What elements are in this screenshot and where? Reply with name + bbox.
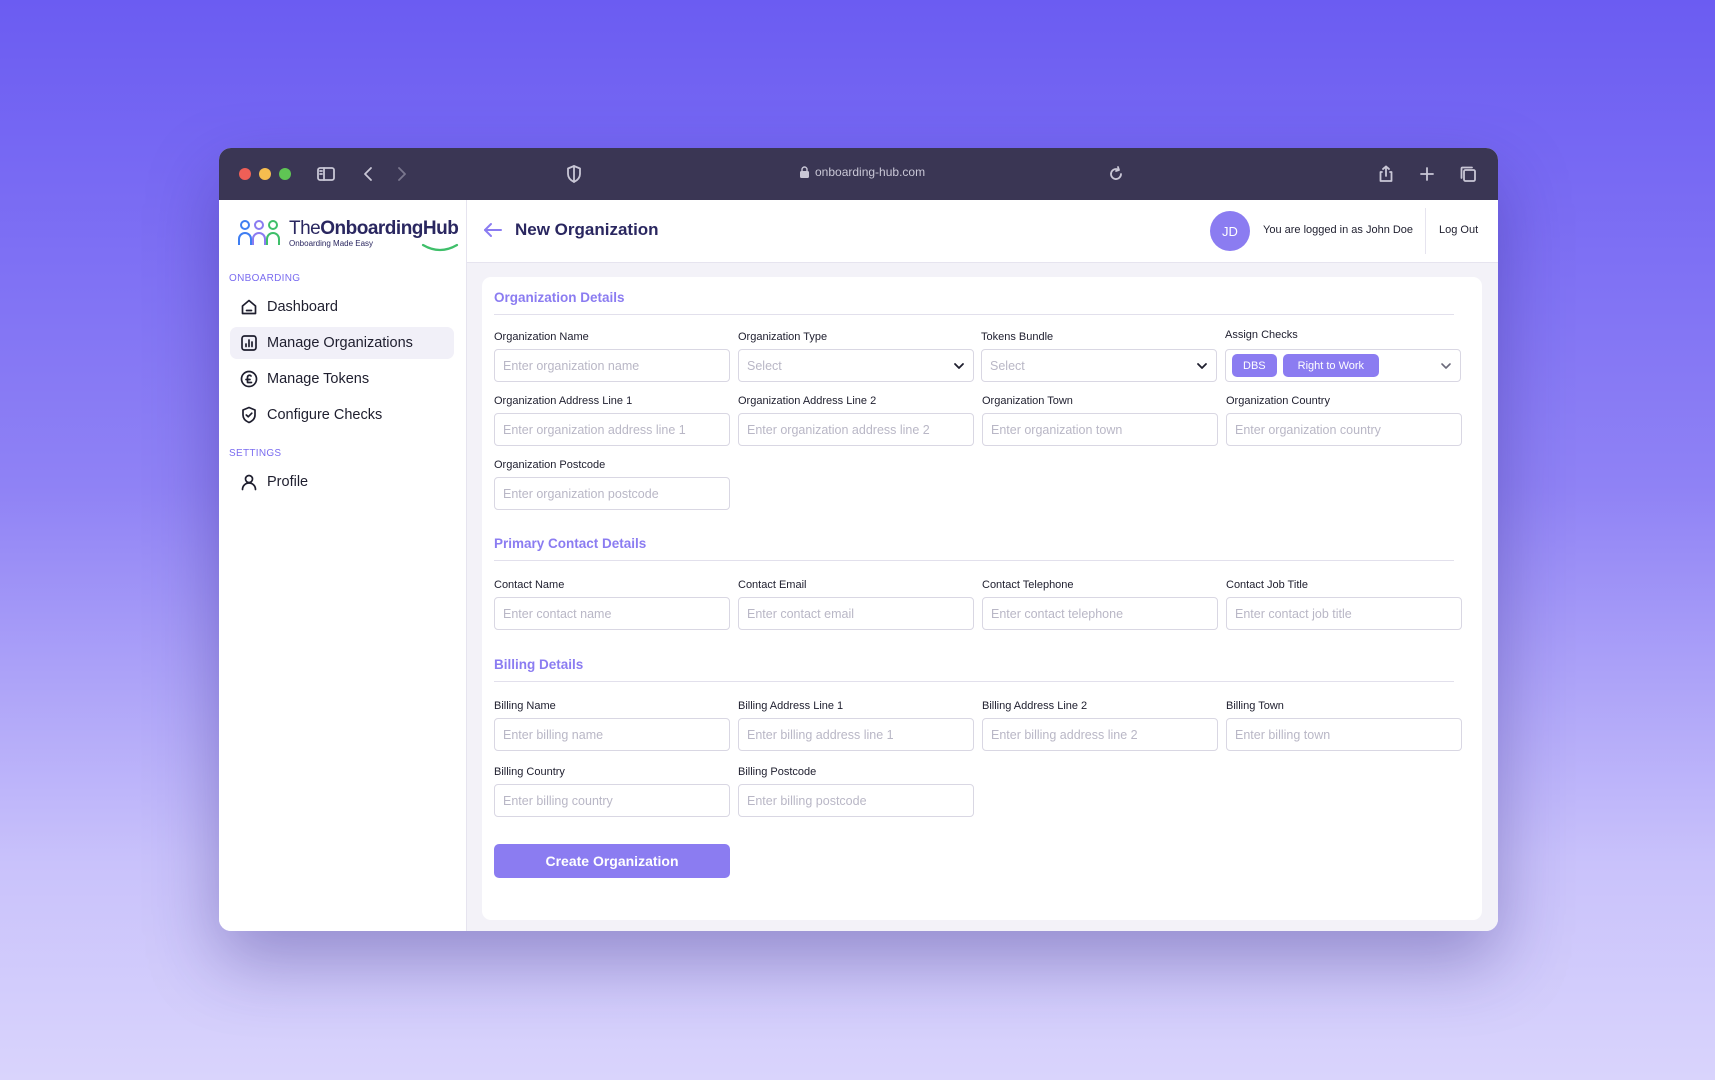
contact-name-input[interactable] xyxy=(494,597,730,630)
back-arrow-icon[interactable] xyxy=(483,222,503,238)
sidebar-item-manage-tokens[interactable]: Manage Tokens xyxy=(230,363,454,395)
share-icon[interactable] xyxy=(1374,162,1398,186)
org-name-input[interactable] xyxy=(494,349,730,382)
org-postcode-label: Organization Postcode xyxy=(494,459,606,471)
sidebar-toggle-icon[interactable] xyxy=(314,162,338,186)
billing-address-line-1-input[interactable] xyxy=(738,718,974,751)
reload-icon[interactable] xyxy=(1104,162,1128,186)
sidebar-item-label: Profile xyxy=(267,474,309,490)
section-divider xyxy=(494,314,1454,315)
contact-email-label: Contact Email xyxy=(738,579,807,591)
tokens-bundle-select[interactable]: Select xyxy=(981,349,1217,382)
billing-address-line-2-label: Billing Address Line 2 xyxy=(982,700,1088,712)
lock-icon xyxy=(800,166,809,178)
section-title-billing: Billing Details xyxy=(494,657,584,672)
shield-icon[interactable] xyxy=(562,162,586,186)
address-line-2-input[interactable] xyxy=(738,413,974,446)
check-chip-dbs[interactable]: DBS xyxy=(1232,354,1277,377)
plus-icon[interactable] xyxy=(1415,162,1439,186)
browser-toolbar: onboarding-hub.com xyxy=(219,148,1498,200)
minimize-window-button[interactable] xyxy=(259,168,271,180)
org-postcode-input[interactable] xyxy=(494,477,730,510)
org-type-label: Organization Type xyxy=(738,331,828,343)
section-label-settings: SETTINGS xyxy=(229,448,282,459)
section-label-onboarding: ONBOARDING xyxy=(229,273,301,284)
section-divider xyxy=(494,681,1454,682)
billing-address-line-1-label: Billing Address Line 1 xyxy=(738,700,844,712)
org-country-input[interactable] xyxy=(1226,413,1462,446)
tabs-icon[interactable] xyxy=(1456,162,1480,186)
assign-checks-multiselect[interactable]: DBS Right to Work xyxy=(1225,349,1461,382)
sidebar: TheOnboardingHub Onboarding Made Easy ON… xyxy=(219,200,467,931)
user-icon xyxy=(241,474,257,491)
smile-swoosh-icon xyxy=(422,243,459,251)
sidebar-item-dashboard[interactable]: Dashboard xyxy=(230,291,454,323)
org-name-label: Organization Name xyxy=(494,331,589,343)
close-window-button[interactable] xyxy=(239,168,251,180)
page-title: New Organization xyxy=(515,220,659,239)
people-logo-icon xyxy=(238,220,280,245)
address-line-1-label: Organization Address Line 1 xyxy=(494,395,633,407)
address-line-1-input[interactable] xyxy=(494,413,730,446)
contact-telephone-label: Contact Telephone xyxy=(982,579,1074,591)
header-divider xyxy=(1425,208,1426,254)
sidebar-item-label: Dashboard xyxy=(267,299,338,315)
shield-check-icon xyxy=(242,406,256,424)
chevron-down-icon xyxy=(954,363,964,369)
billing-postcode-label: Billing Postcode xyxy=(738,766,817,778)
org-country-label: Organization Country xyxy=(1226,395,1330,407)
org-town-label: Organization Town xyxy=(982,395,1073,407)
logout-button[interactable]: Log Out xyxy=(1439,224,1478,236)
forward-icon[interactable] xyxy=(389,162,413,186)
sidebar-item-manage-organizations[interactable]: Manage Organizations xyxy=(230,327,454,359)
billing-name-label: Billing Name xyxy=(494,700,556,712)
tokens-bundle-value: Select xyxy=(990,358,1025,373)
org-town-input[interactable] xyxy=(982,413,1218,446)
billing-address-line-2-input[interactable] xyxy=(982,718,1218,751)
check-chip-right-to-work[interactable]: Right to Work xyxy=(1282,354,1380,377)
sidebar-item-label: Manage Organizations xyxy=(267,335,413,351)
tokens-bundle-label: Tokens Bundle xyxy=(981,331,1054,343)
org-type-select[interactable]: Select xyxy=(738,349,974,382)
back-icon[interactable] xyxy=(357,162,381,186)
assign-checks-label: Assign Checks xyxy=(1225,329,1298,341)
address-bar[interactable]: onboarding-hub.com xyxy=(799,165,925,179)
billing-name-input[interactable] xyxy=(494,718,730,751)
sidebar-item-profile[interactable]: Profile xyxy=(230,466,454,498)
org-type-value: Select xyxy=(747,358,782,373)
page-header: New Organization JD You are logged in as… xyxy=(467,200,1498,263)
url-text: onboarding-hub.com xyxy=(815,165,926,179)
sidebar-item-label: Manage Tokens xyxy=(267,371,370,387)
section-title-contact: Primary Contact Details xyxy=(494,536,647,551)
brand-logo[interactable]: TheOnboardingHub Onboarding Made Easy xyxy=(237,217,459,251)
billing-postcode-input[interactable] xyxy=(738,784,974,817)
sidebar-item-configure-checks[interactable]: Configure Checks xyxy=(230,399,454,431)
chevron-down-icon xyxy=(1441,363,1451,369)
contact-job-title-input[interactable] xyxy=(1226,597,1462,630)
section-divider xyxy=(494,560,1454,561)
billing-country-label: Billing Country xyxy=(494,766,565,778)
new-organization-form: Organization Details Organization Name O… xyxy=(482,277,1482,920)
contact-telephone-input[interactable] xyxy=(982,597,1218,630)
contact-name-label: Contact Name xyxy=(494,579,565,591)
home-icon xyxy=(241,299,257,315)
billing-town-input[interactable] xyxy=(1226,718,1462,751)
contact-email-input[interactable] xyxy=(738,597,974,630)
chevron-down-icon xyxy=(1197,363,1207,369)
pound-icon xyxy=(240,370,258,388)
sidebar-item-label: Configure Checks xyxy=(267,407,383,423)
browser-window: onboarding-hub.com TheOnboardingHub Onbo… xyxy=(219,148,1498,931)
create-organization-button[interactable]: Create Organization xyxy=(494,844,730,878)
section-title-organization: Organization Details xyxy=(494,290,625,305)
avatar[interactable]: JD xyxy=(1210,211,1250,251)
address-line-2-label: Organization Address Line 2 xyxy=(738,395,877,407)
billing-country-input[interactable] xyxy=(494,784,730,817)
main-content: New Organization JD You are logged in as… xyxy=(467,200,1498,931)
logged-in-text: You are logged in as John Doe xyxy=(1263,224,1414,236)
contact-job-title-label: Contact Job Title xyxy=(1226,579,1308,591)
brand-name: TheOnboardingHub xyxy=(289,217,459,239)
chart-icon xyxy=(241,335,257,351)
maximize-window-button[interactable] xyxy=(279,168,291,180)
billing-town-label: Billing Town xyxy=(1226,700,1284,712)
